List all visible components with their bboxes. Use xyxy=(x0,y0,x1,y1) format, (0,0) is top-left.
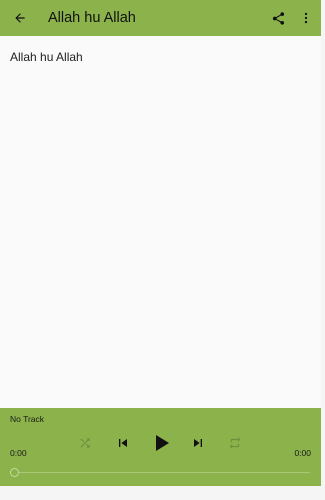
skip-next-icon xyxy=(194,439,202,447)
seek-thumb[interactable] xyxy=(10,468,19,477)
repeat-button[interactable] xyxy=(225,432,245,454)
seek-bar[interactable] xyxy=(14,472,310,473)
shuffle-button[interactable] xyxy=(75,432,95,454)
play-button[interactable] xyxy=(148,430,174,456)
player-bar: No Track 0:00 0:00 xyxy=(0,408,321,486)
shuffle-icon xyxy=(80,438,90,448)
page-title: Allah hu Allah xyxy=(48,10,136,26)
play-icon xyxy=(156,435,169,451)
skip-previous-icon xyxy=(119,439,127,447)
arrow-back-icon xyxy=(15,13,25,23)
elapsed-time: 0:00 xyxy=(10,448,27,458)
previous-button[interactable] xyxy=(112,432,134,454)
bottom-strip xyxy=(0,486,325,500)
total-duration: 0:00 xyxy=(294,448,311,458)
next-button[interactable] xyxy=(187,432,209,454)
lyrics-panel: Allah hu Allah xyxy=(0,36,321,408)
overflow-menu-button[interactable] xyxy=(292,0,320,36)
back-button[interactable] xyxy=(2,0,38,36)
track-title: No Track xyxy=(10,414,45,424)
app-bar: Allah hu Allah xyxy=(0,0,321,36)
share-button[interactable] xyxy=(264,0,292,36)
lyrics-text: Allah hu Allah xyxy=(10,50,83,64)
share-icon xyxy=(272,11,284,25)
right-edge xyxy=(321,0,325,500)
more-vert-icon xyxy=(304,12,308,24)
repeat-icon xyxy=(229,437,241,449)
